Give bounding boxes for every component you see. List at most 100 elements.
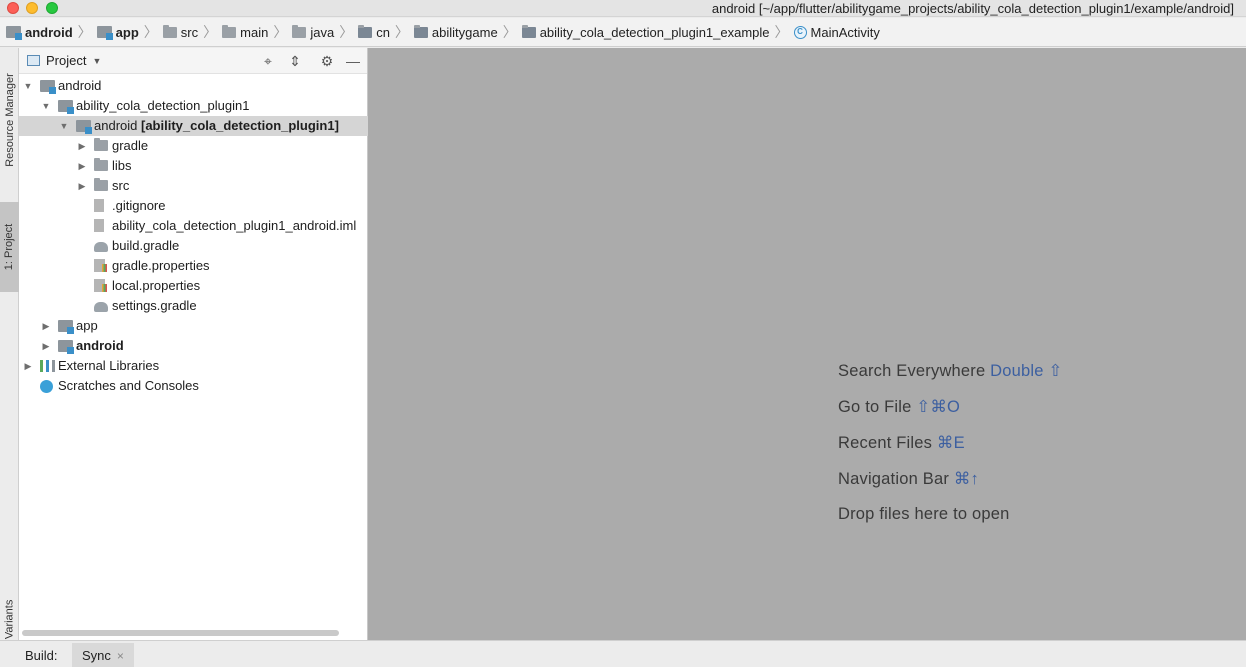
iml-file-icon (94, 219, 104, 232)
breadcrumb-item[interactable]: C MainActivity (793, 24, 880, 40)
package-icon (413, 24, 428, 38)
tab-resource-manager[interactable]: Resource Manager (0, 54, 19, 186)
tree-row[interactable]: ▶ android (19, 336, 368, 356)
tree-row-text: ability_cola_detection_plugin1 (76, 98, 250, 113)
editor-hint: Recent Files ⌘E (838, 433, 965, 453)
tree-row-text: local.properties (112, 278, 201, 293)
breadcrumb-label: MainActivity (810, 24, 880, 40)
chevron-down-icon[interactable]: ▼ (92, 56, 101, 66)
tree-row[interactable]: ▼ android [ability_cola_detection_plugin1… (19, 116, 368, 136)
collapse-all-icon[interactable]: ⇕ (287, 53, 303, 69)
tree-row-text: .gitignore (112, 198, 166, 213)
tree-row-label: settings.gradle (112, 296, 197, 316)
tab-sync[interactable]: Sync × (72, 643, 134, 667)
tree-row-text: gradle.properties (112, 258, 210, 273)
breadcrumb-label: cn (376, 24, 390, 40)
project-view-selector[interactable]: Project (46, 53, 86, 68)
properties-icon (94, 279, 107, 292)
editor-hint-shortcut: ⌘E (936, 434, 965, 452)
tree-row-label: gradle.properties (112, 256, 210, 276)
maximize-window-button[interactable] (46, 2, 58, 14)
breadcrumb-item[interactable]: app (96, 24, 139, 40)
tree-row-text: External Libraries (58, 358, 160, 373)
tree-row[interactable]: local.properties (19, 276, 368, 296)
properties-icon (94, 259, 107, 272)
breadcrumb-label: android (25, 24, 73, 40)
breadcrumb-separator-icon: 〉 (273, 24, 288, 40)
tree-row-text: Scratches and Consoles (58, 378, 199, 393)
tree-row[interactable]: ▼ ability_cola_detection_plugin1 (19, 96, 368, 116)
build-label: Build: (25, 648, 58, 663)
breadcrumb-item[interactable]: ability_cola_detection_plugin1_example (521, 24, 770, 40)
expand-right-icon[interactable]: ▶ (41, 316, 51, 336)
tree-row[interactable]: Scratches and Consoles (19, 376, 368, 396)
breadcrumb-item[interactable]: abilitygame (413, 24, 498, 40)
horizontal-scrollbar[interactable] (22, 630, 339, 636)
gear-icon[interactable]: ⚙ (319, 53, 335, 69)
module-icon (58, 320, 74, 334)
breadcrumb-separator-icon: 〉 (502, 24, 517, 40)
breadcrumb-separator-icon: 〉 (394, 24, 409, 40)
close-window-button[interactable] (7, 2, 19, 14)
tree-row-label: ability_cola_detection_plugin1 (76, 96, 249, 116)
expand-right-icon[interactable]: ▶ (77, 156, 87, 176)
expand-right-icon[interactable]: ▶ (41, 336, 51, 356)
module-icon (76, 120, 92, 134)
tree-row-label: app (76, 316, 98, 336)
project-panel-header: Project ▼ ⌖ ⇕ ⚙ — (19, 48, 367, 74)
tree-row-label: local.properties (112, 276, 200, 296)
tree-row[interactable]: ▼ android (19, 76, 368, 96)
tree-row[interactable]: ▶ gradle (19, 136, 368, 156)
tree-row-label: .gitignore (112, 196, 165, 216)
breadcrumb-label: app (115, 24, 139, 40)
hide-panel-icon[interactable]: — (345, 53, 361, 69)
tree-row[interactable]: ▶ app (19, 316, 368, 336)
tree-row-text: settings.gradle (112, 298, 197, 313)
breadcrumb-item[interactable]: android (6, 25, 73, 40)
locate-icon[interactable]: ⌖ (260, 53, 276, 69)
minimize-window-button[interactable] (26, 2, 38, 14)
expand-down-icon[interactable]: ▼ (41, 96, 51, 116)
tab-sync-label: Sync (82, 648, 111, 663)
tree-row-label: src (112, 176, 129, 196)
module-icon (6, 26, 22, 40)
project-tree: ▼ android ▼ ability_cola_detection_plugin1 ▼… (19, 76, 368, 396)
breadcrumb-item[interactable]: src (162, 24, 198, 40)
tree-row[interactable]: .gitignore (19, 196, 368, 216)
module-icon (58, 340, 74, 354)
project-view-icon (27, 55, 40, 66)
package-icon (521, 24, 536, 38)
tree-row[interactable]: ▶ src (19, 176, 368, 196)
tree-row-text: build.gradle (112, 238, 180, 253)
folder-icon (94, 158, 108, 171)
folder-icon (162, 24, 177, 38)
module-icon (96, 26, 113, 40)
breadcrumb-item[interactable]: cn (358, 24, 390, 40)
editor-hint: Drop files here to open (838, 505, 1010, 524)
folder-icon (94, 178, 108, 191)
tree-row-label: android (58, 76, 101, 96)
expand-right-icon[interactable]: ▶ (77, 176, 87, 196)
close-icon[interactable]: × (117, 649, 124, 663)
editor-hint-shortcut: ⇧⌘O (916, 398, 961, 416)
tab-build-variants[interactable]: d Variants (0, 600, 19, 649)
package-icon (358, 24, 373, 38)
breadcrumb-separator-icon: 〉 (339, 24, 354, 40)
tree-row[interactable]: build.gradle (19, 236, 368, 256)
tree-row-label: External Libraries (58, 356, 159, 376)
tree-row[interactable]: ability_cola_detection_plugin1_android.i… (19, 216, 368, 236)
breadcrumb-item[interactable]: java (292, 24, 334, 40)
breadcrumb-separator-icon: 〉 (203, 24, 218, 40)
breadcrumb-label: main (240, 24, 269, 40)
tree-row[interactable]: gradle.properties (19, 256, 368, 276)
tree-row[interactable]: ▶ libs (19, 156, 368, 176)
tree-row[interactable]: settings.gradle (19, 296, 368, 316)
expand-right-icon[interactable]: ▶ (23, 356, 33, 376)
breadcrumb-item[interactable]: main (222, 24, 269, 40)
expand-right-icon[interactable]: ▶ (77, 136, 87, 156)
expand-down-icon[interactable]: ▼ (59, 116, 69, 136)
expand-down-icon[interactable]: ▼ (23, 76, 33, 96)
tab-project[interactable]: 1: Project (0, 202, 19, 292)
editor-empty-area[interactable]: Search Everywhere Double ⇧ Go to File ⇧⌘O… (368, 48, 1246, 640)
tree-row[interactable]: ▶ External Libraries (19, 356, 368, 376)
